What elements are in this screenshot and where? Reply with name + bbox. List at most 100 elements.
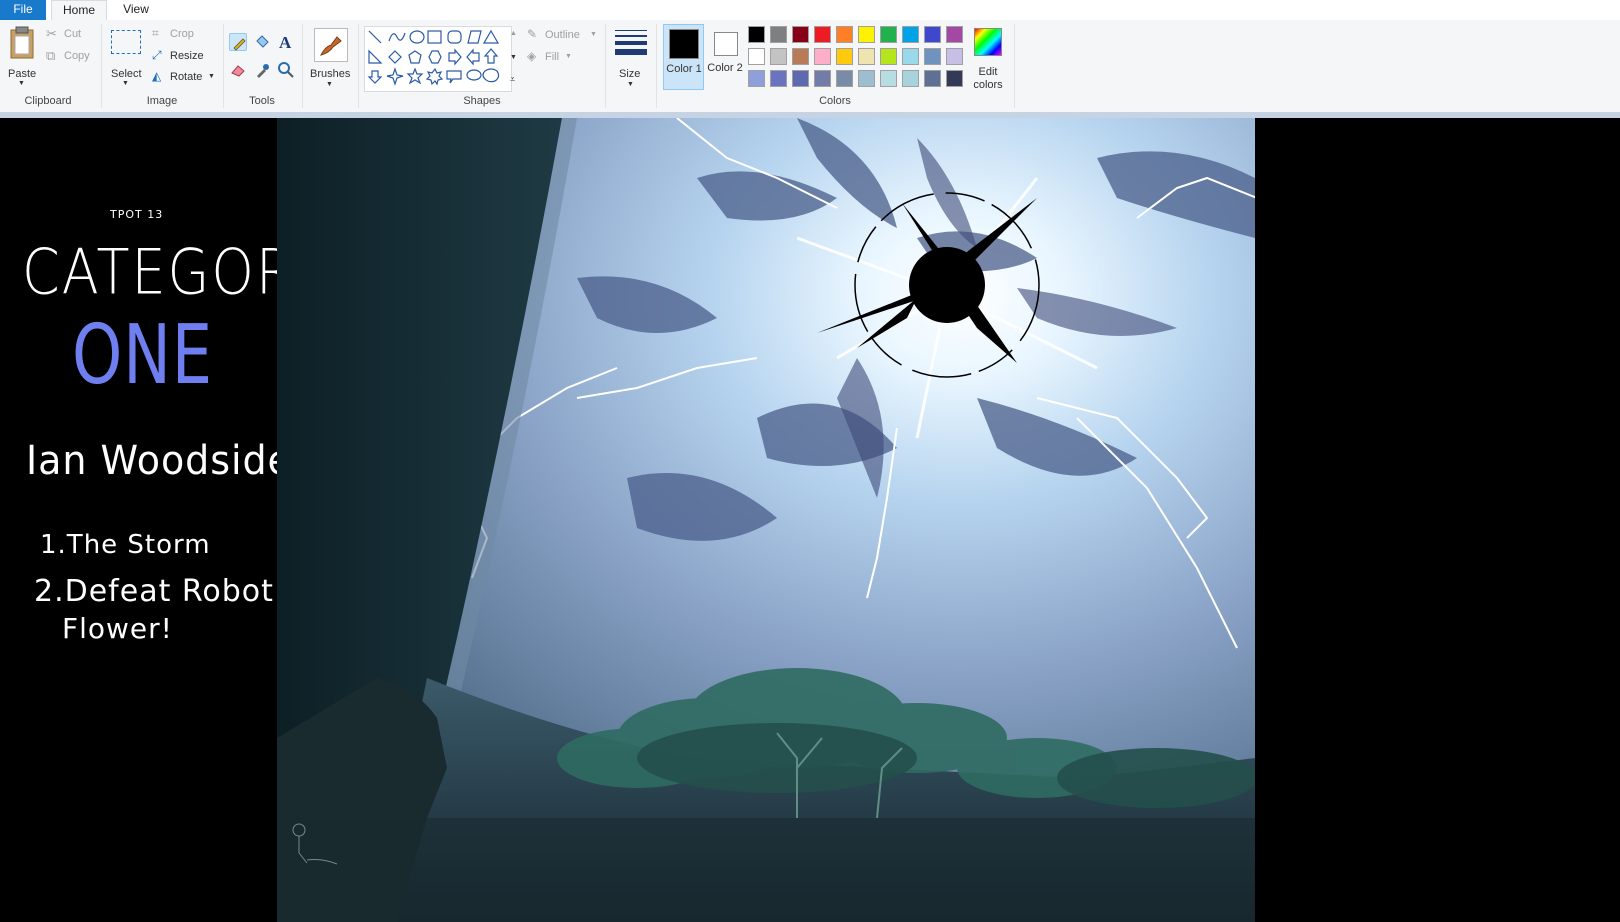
palette-swatch[interactable] xyxy=(924,48,941,65)
palette-swatch[interactable] xyxy=(902,26,919,43)
cut-label: Cut xyxy=(64,28,82,40)
shapes-gallery[interactable] xyxy=(364,26,512,92)
magnifier-icon xyxy=(278,62,294,78)
palette-swatch[interactable] xyxy=(858,70,875,87)
color1-swatch xyxy=(669,29,699,59)
fill-button[interactable]: ◈ Fill ▼ xyxy=(527,49,587,67)
group-divider xyxy=(1014,24,1015,108)
edit-colors-button[interactable]: Edit colors xyxy=(970,24,1006,92)
palette-swatch[interactable] xyxy=(814,26,831,43)
chevron-down-icon: ▼ xyxy=(326,81,333,88)
fill-tool[interactable] xyxy=(253,33,271,51)
rotate-label: Rotate xyxy=(170,71,203,83)
palette-swatch[interactable] xyxy=(880,70,897,87)
brushes-button[interactable]: Brushes ▼ xyxy=(308,26,352,92)
palette-swatch[interactable] xyxy=(880,26,897,43)
palette-swatch[interactable] xyxy=(836,26,853,43)
palette-swatch[interactable] xyxy=(924,70,941,87)
chevron-down-icon: ▼ xyxy=(122,80,129,87)
palette-swatch[interactable] xyxy=(946,26,963,43)
palette-swatch[interactable] xyxy=(814,70,831,87)
track-2-continued: Flower! xyxy=(62,612,173,645)
pencil-tool[interactable] xyxy=(229,33,247,51)
expand-gallery-icon: ⩡ xyxy=(510,74,516,84)
fill-label: Fill xyxy=(545,51,560,63)
storm-painting xyxy=(277,118,1255,922)
outline-button[interactable]: ✎ Outline ▼ xyxy=(527,27,599,45)
resize-button[interactable]: ⤢ Resize xyxy=(152,48,208,66)
track-1: 1.The Storm xyxy=(40,530,211,560)
drawing-canvas[interactable]: TPOT 13 CATEGORY ONE Ian Woodside 1.The … xyxy=(0,118,1620,922)
palette-swatch[interactable] xyxy=(748,70,765,87)
paste-label: Paste xyxy=(8,68,37,80)
palette-swatch[interactable] xyxy=(748,26,765,43)
palette-swatch[interactable] xyxy=(770,70,787,87)
palette-swatch[interactable] xyxy=(770,48,787,65)
crop-button[interactable]: ⌗ Crop xyxy=(152,26,204,44)
group-divider xyxy=(605,24,606,108)
eraser-icon xyxy=(231,65,245,77)
select-rectangle-icon xyxy=(111,30,141,54)
palette-swatch[interactable] xyxy=(902,70,919,87)
text-tool[interactable]: A xyxy=(277,33,295,52)
tab-view[interactable]: View xyxy=(116,0,156,20)
chevron-down-icon: ▼ xyxy=(208,73,215,80)
palette-swatch[interactable] xyxy=(880,48,897,65)
color-picker-tool[interactable] xyxy=(253,61,271,79)
chevron-down-icon: ▼ xyxy=(627,81,634,88)
outline-icon: ✎ xyxy=(527,27,538,41)
eraser-tool[interactable] xyxy=(229,61,247,79)
palette-swatch[interactable] xyxy=(858,48,875,65)
palette-swatch[interactable] xyxy=(946,48,963,65)
tab-file[interactable]: File xyxy=(0,0,46,20)
palette-swatch[interactable] xyxy=(858,26,875,43)
track-2: 2.Defeat Robot xyxy=(34,574,274,609)
group-divider xyxy=(358,24,359,108)
palette-swatch[interactable] xyxy=(836,70,853,87)
palette-swatch[interactable] xyxy=(792,48,809,65)
palette-swatch[interactable] xyxy=(924,26,941,43)
tab-home[interactable]: Home xyxy=(51,0,107,20)
shapes-gallery-icons xyxy=(367,29,500,86)
scissors-icon: ✂ xyxy=(46,26,57,41)
small-title: TPOT 13 xyxy=(110,208,164,221)
text-a-icon: A xyxy=(279,33,292,52)
shapes-scroll[interactable]: ▲ ▼ ⩡ xyxy=(509,26,519,90)
color2-button[interactable]: Color 2 xyxy=(706,24,744,90)
copy-icon: ⧉ xyxy=(46,48,56,63)
shapes-group-label: Shapes xyxy=(463,95,501,107)
palette-swatch[interactable] xyxy=(946,70,963,87)
magnifier-tool[interactable] xyxy=(277,61,295,79)
rotate-button[interactable]: ◭ Rotate ▼ xyxy=(152,69,216,87)
color2-label: Color 2 xyxy=(707,62,743,74)
brushes-label: Brushes xyxy=(310,68,351,80)
eyedropper-icon xyxy=(257,64,269,78)
palette-swatch[interactable] xyxy=(814,48,831,65)
select-button[interactable]: Select ▼ xyxy=(108,26,144,90)
select-label: Select xyxy=(111,68,142,80)
size-button[interactable]: Size ▼ xyxy=(612,26,650,92)
image-group-label: Image xyxy=(146,95,178,107)
fill-icon: ◈ xyxy=(527,49,537,63)
author-name: Ian Woodside xyxy=(26,438,292,484)
color2-swatch xyxy=(714,32,738,56)
edit-colors-label: Edit colors xyxy=(973,66,1003,91)
color-palette xyxy=(748,26,968,90)
tools-group-label: Tools xyxy=(249,95,275,107)
palette-swatch[interactable] xyxy=(748,48,765,65)
colors-group-label: Colors xyxy=(819,95,851,107)
ribbon-tabs: File Home View xyxy=(0,0,1620,21)
copy-button[interactable]: ⧉ Copy xyxy=(46,48,94,66)
palette-swatch[interactable] xyxy=(792,70,809,87)
paint-bucket-icon xyxy=(256,35,269,48)
cut-button[interactable]: ✂ Cut xyxy=(46,26,94,44)
palette-swatch[interactable] xyxy=(792,26,809,43)
palette-swatch[interactable] xyxy=(770,26,787,43)
outline-label: Outline xyxy=(545,29,580,41)
palette-swatch[interactable] xyxy=(836,48,853,65)
color1-button[interactable]: Color 1 xyxy=(663,24,704,90)
crop-icon: ⌗ xyxy=(152,26,159,40)
palette-swatch[interactable] xyxy=(902,48,919,65)
paste-button[interactable]: Paste ▼ xyxy=(4,26,40,90)
chevron-down-icon: ▼ xyxy=(590,31,597,38)
